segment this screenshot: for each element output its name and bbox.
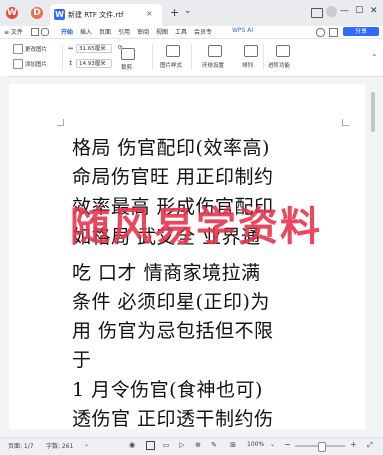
comment-icon[interactable] — [329, 28, 338, 37]
add-image-icon — [13, 59, 23, 69]
search-icon[interactable] — [316, 28, 325, 37]
margin-corner-mark — [57, 119, 64, 126]
doc-line[interactable]: 格局 伤官配印(效率高) — [72, 133, 270, 160]
zoom-level[interactable]: 100% — [247, 441, 264, 448]
crop-button[interactable]: 裁剪 — [121, 63, 132, 71]
wps-logo-icon[interactable]: W — [6, 7, 18, 19]
fit-width-icon[interactable]: ⊞ — [229, 441, 237, 449]
advanced-button[interactable]: 进阶功能 — [268, 61, 290, 69]
wrap-setting-button[interactable]: 环绕设置 — [202, 61, 224, 69]
minimize-button[interactable]: — — [340, 6, 349, 16]
divider — [152, 44, 153, 70]
zoom-slider-knob[interactable] — [318, 442, 326, 452]
change-image-button[interactable]: 更改图片 — [25, 45, 47, 53]
change-image-icon — [13, 44, 23, 54]
scrollbar-thumb[interactable] — [371, 92, 375, 132]
margin-corner-mark — [342, 119, 349, 126]
doc-line[interactable]: 透伤官 正印透干制约伤 — [72, 404, 274, 431]
menu-view[interactable]: 视图 — [156, 27, 168, 36]
globe-icon[interactable]: ⊕ — [194, 441, 202, 449]
arrange-icon — [244, 45, 258, 57]
menu-file[interactable]: ≡ 文件 — [4, 27, 23, 36]
menu-review[interactable]: 审阅 — [137, 27, 149, 36]
tab-list-caret-icon[interactable]: ⌄ — [184, 6, 192, 16]
title-bar: W D W 新建 RTF 文件.rtf × + ⌄ — ▢ ✕ — [0, 0, 383, 26]
arrange-button[interactable]: 排列 — [242, 61, 253, 69]
save-icon[interactable] — [31, 28, 39, 36]
image-style-icon — [166, 45, 180, 57]
wrap-setting-icon — [208, 45, 222, 57]
crop-icon — [121, 48, 135, 60]
image-style-button[interactable]: 图片样式 — [160, 61, 182, 69]
menu-insert[interactable]: 插入 — [80, 27, 92, 36]
eye-icon[interactable]: ◉ — [128, 441, 136, 449]
menu-reference[interactable]: 引用 — [118, 27, 130, 36]
play-icon[interactable]: ▷ — [178, 441, 186, 449]
advanced-icon — [276, 45, 290, 57]
undo-icon[interactable] — [41, 28, 49, 36]
width-input[interactable]: 31.65厘米 — [76, 44, 112, 53]
document-tab[interactable]: W 新建 RTF 文件.rtf × — [50, 4, 162, 26]
maximize-button[interactable]: ▢ — [355, 5, 364, 15]
zoom-dropdown-icon[interactable]: ⌄ — [270, 441, 275, 448]
zoom-out-button[interactable]: − — [284, 440, 291, 449]
tab-close-icon[interactable]: × — [146, 9, 153, 18]
menu-page[interactable]: 页面 — [99, 27, 111, 36]
doc-line[interactable]: 用 伤官为忌包括但不限 — [72, 316, 274, 343]
height-label-icon: ↕ — [68, 60, 74, 67]
doc-line[interactable]: 吃 口才 情商家境拉满 — [72, 258, 261, 285]
menu-bar: ≡ 文件 开始 插入 页面 引用 审阅 视图 工具 会员专 WPS AI 分享 — [0, 26, 383, 39]
page-indicator[interactable]: 页面: 1/7 — [8, 441, 34, 450]
pen-icon[interactable]: ✎ — [210, 441, 218, 449]
zoom-in-button[interactable]: + — [350, 440, 357, 449]
divider — [62, 44, 63, 70]
avatar[interactable] — [326, 6, 337, 17]
watermark-text: 随风易学资料 — [70, 204, 322, 250]
share-button[interactable]: 分享 — [343, 27, 379, 36]
menu-start[interactable]: 开始 — [61, 27, 73, 36]
fullscreen-icon[interactable]: ⤢ — [366, 441, 374, 449]
menu-tools[interactable]: 工具 — [175, 27, 187, 36]
menu-wps-ai[interactable]: WPS AI — [232, 27, 253, 34]
menu-member[interactable]: 会员专 — [194, 27, 212, 36]
web-view-icon[interactable]: ▭ — [162, 441, 170, 449]
layout-icon[interactable] — [311, 8, 323, 18]
doc-line[interactable]: 于 — [72, 345, 92, 372]
docer-icon[interactable]: D — [31, 7, 43, 19]
quick-access-icons[interactable] — [31, 28, 55, 36]
divider — [191, 44, 192, 70]
page-view-icon[interactable] — [146, 441, 155, 450]
width-label-icon: ↔ — [68, 45, 74, 52]
add-image-button[interactable]: 添加图片 — [25, 60, 47, 68]
new-tab-button[interactable]: + — [170, 6, 179, 19]
doc-line[interactable]: 1 月令伤官(食神也可) — [72, 375, 263, 402]
status-expand-icon[interactable]: ⌄ — [84, 441, 89, 448]
left-ruler — [0, 76, 9, 428]
word-count[interactable]: 字数: 261 — [46, 441, 73, 450]
tab-title: 新建 RTF 文件.rtf — [68, 11, 124, 19]
rtf-doc-icon: W — [54, 9, 65, 20]
divider — [263, 44, 264, 70]
vertical-scrollbar[interactable] — [369, 82, 378, 428]
height-input[interactable]: 14.93厘米 — [76, 59, 112, 68]
doc-line[interactable]: 条件 必须印星(正印)为 — [72, 287, 270, 314]
close-window-button[interactable]: ✕ — [370, 6, 378, 16]
ribbon-toolbar: 更改图片 添加图片 ↔ 31.65厘米 ↕ 14.93厘米 ⟳ 裁剪 图片样式 … — [0, 39, 383, 77]
collapse-ribbon-icon[interactable]: ⌃ — [371, 53, 378, 62]
doc-line[interactable]: 命局伤官旺 用正印制约 — [72, 162, 274, 189]
